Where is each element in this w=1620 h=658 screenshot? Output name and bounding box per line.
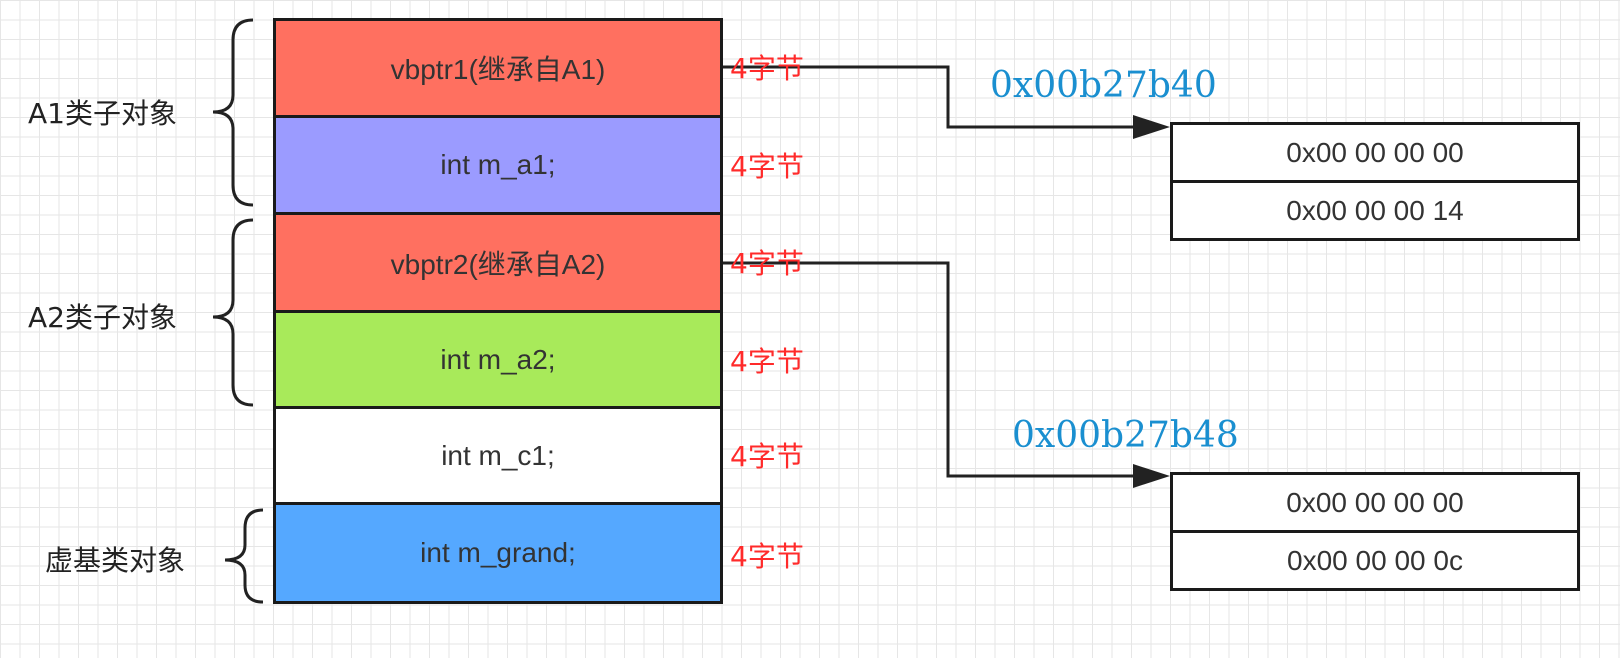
- cell-m-grand: int m_grand;: [273, 502, 723, 604]
- size-label-vbptr1: 4字节: [730, 52, 804, 85]
- memory-layout-diagram: A1类子对象 A2类子对象 虚基类对象 vbptr1(继承自A1) int m_…: [0, 0, 1620, 658]
- vbtable-1-row: 0x00 00 00 14: [1173, 180, 1577, 238]
- cell-m-a1: int m_a1;: [273, 115, 723, 215]
- size-label-m-c1: 4字节: [730, 440, 804, 473]
- group-label-a1: A1类子对象: [28, 97, 177, 130]
- group-label-virtual-base: 虚基类对象: [45, 544, 186, 577]
- cell-m-c1: int m_c1;: [273, 406, 723, 505]
- brace-virtual-base: [224, 508, 264, 604]
- size-label-m-grand: 4字节: [730, 540, 804, 573]
- vbtable-1-row: 0x00 00 00 00: [1286, 136, 1464, 168]
- arrowhead-vbptr2-icon: [1133, 464, 1170, 488]
- cell-m-a2: int m_a2;: [273, 310, 723, 409]
- brace-a2: [212, 218, 254, 407]
- brace-a1: [212, 18, 254, 207]
- vbtable-2: 0x00 00 00 00 0x00 00 00 0c: [1170, 472, 1580, 591]
- vbtable-2-row: 0x00 00 00 0c: [1173, 530, 1577, 588]
- group-label-a2: A2类子对象: [28, 301, 177, 334]
- vbtable-2-row: 0x00 00 00 00: [1286, 486, 1464, 518]
- vbtable-1: 0x00 00 00 00 0x00 00 00 14: [1170, 122, 1580, 241]
- size-label-vbptr2: 4字节: [730, 247, 804, 280]
- size-label-m-a1: 4字节: [730, 150, 804, 183]
- arrowhead-vbptr1-icon: [1133, 115, 1170, 139]
- address-vbtable2: 0x00b27b48: [1012, 415, 1239, 456]
- size-label-m-a2: 4字节: [730, 345, 804, 378]
- cell-vbptr1: vbptr1(继承自A1): [273, 18, 723, 118]
- cell-vbptr2: vbptr2(继承自A2): [273, 212, 723, 313]
- address-vbtable1: 0x00b27b40: [990, 65, 1217, 106]
